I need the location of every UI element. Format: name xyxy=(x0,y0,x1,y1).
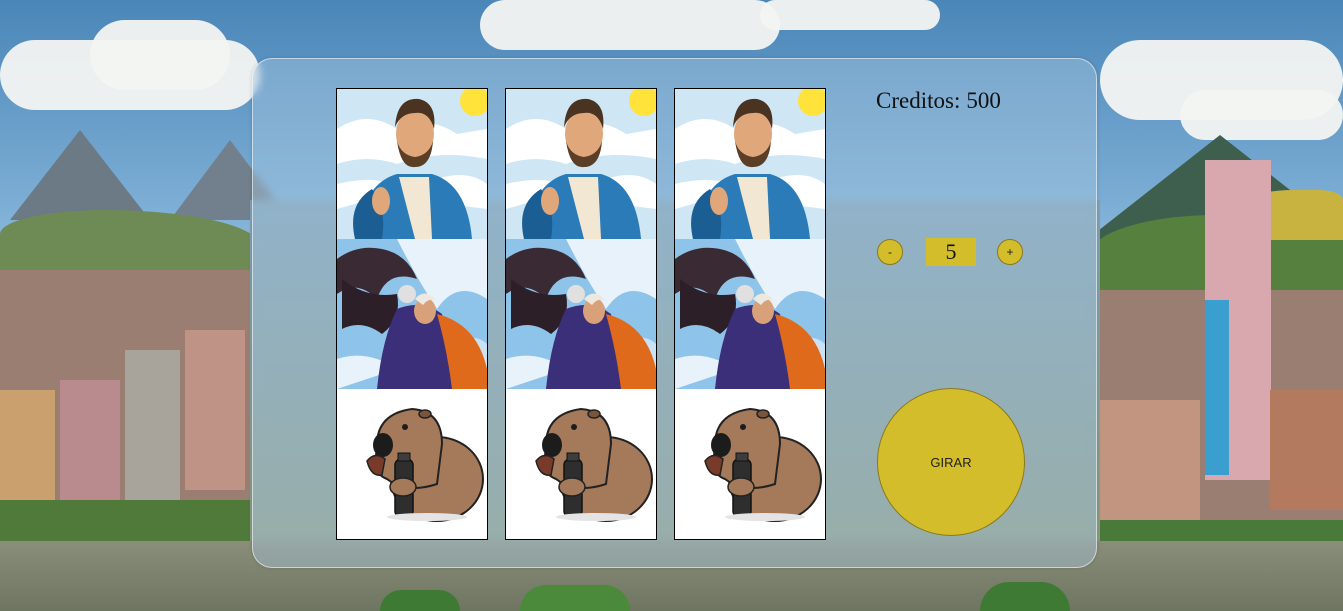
capybara-mate-symbol xyxy=(675,389,825,539)
eagle-warrior-symbol xyxy=(675,239,825,389)
reel-2 xyxy=(505,88,657,540)
saint-portrait-symbol xyxy=(675,89,825,239)
spin-button[interactable]: GIRAR xyxy=(877,388,1025,536)
saint-portrait-symbol xyxy=(337,89,487,239)
decrease-bet-button[interactable]: - xyxy=(877,239,903,265)
saint-portrait-symbol xyxy=(506,89,656,239)
credits-label: Creditos: xyxy=(876,88,961,113)
bet-value: 5 xyxy=(926,238,976,266)
capybara-mate-symbol xyxy=(506,389,656,539)
reel-1 xyxy=(336,88,488,540)
eagle-warrior-symbol xyxy=(506,239,656,389)
credits-value: 500 xyxy=(966,88,1001,113)
eagle-warrior-symbol xyxy=(337,239,487,389)
increase-bet-button[interactable]: + xyxy=(997,239,1023,265)
reel-3 xyxy=(674,88,826,540)
capybara-mate-symbol xyxy=(337,389,487,539)
credits-display: Creditos: 500 xyxy=(876,88,1001,114)
